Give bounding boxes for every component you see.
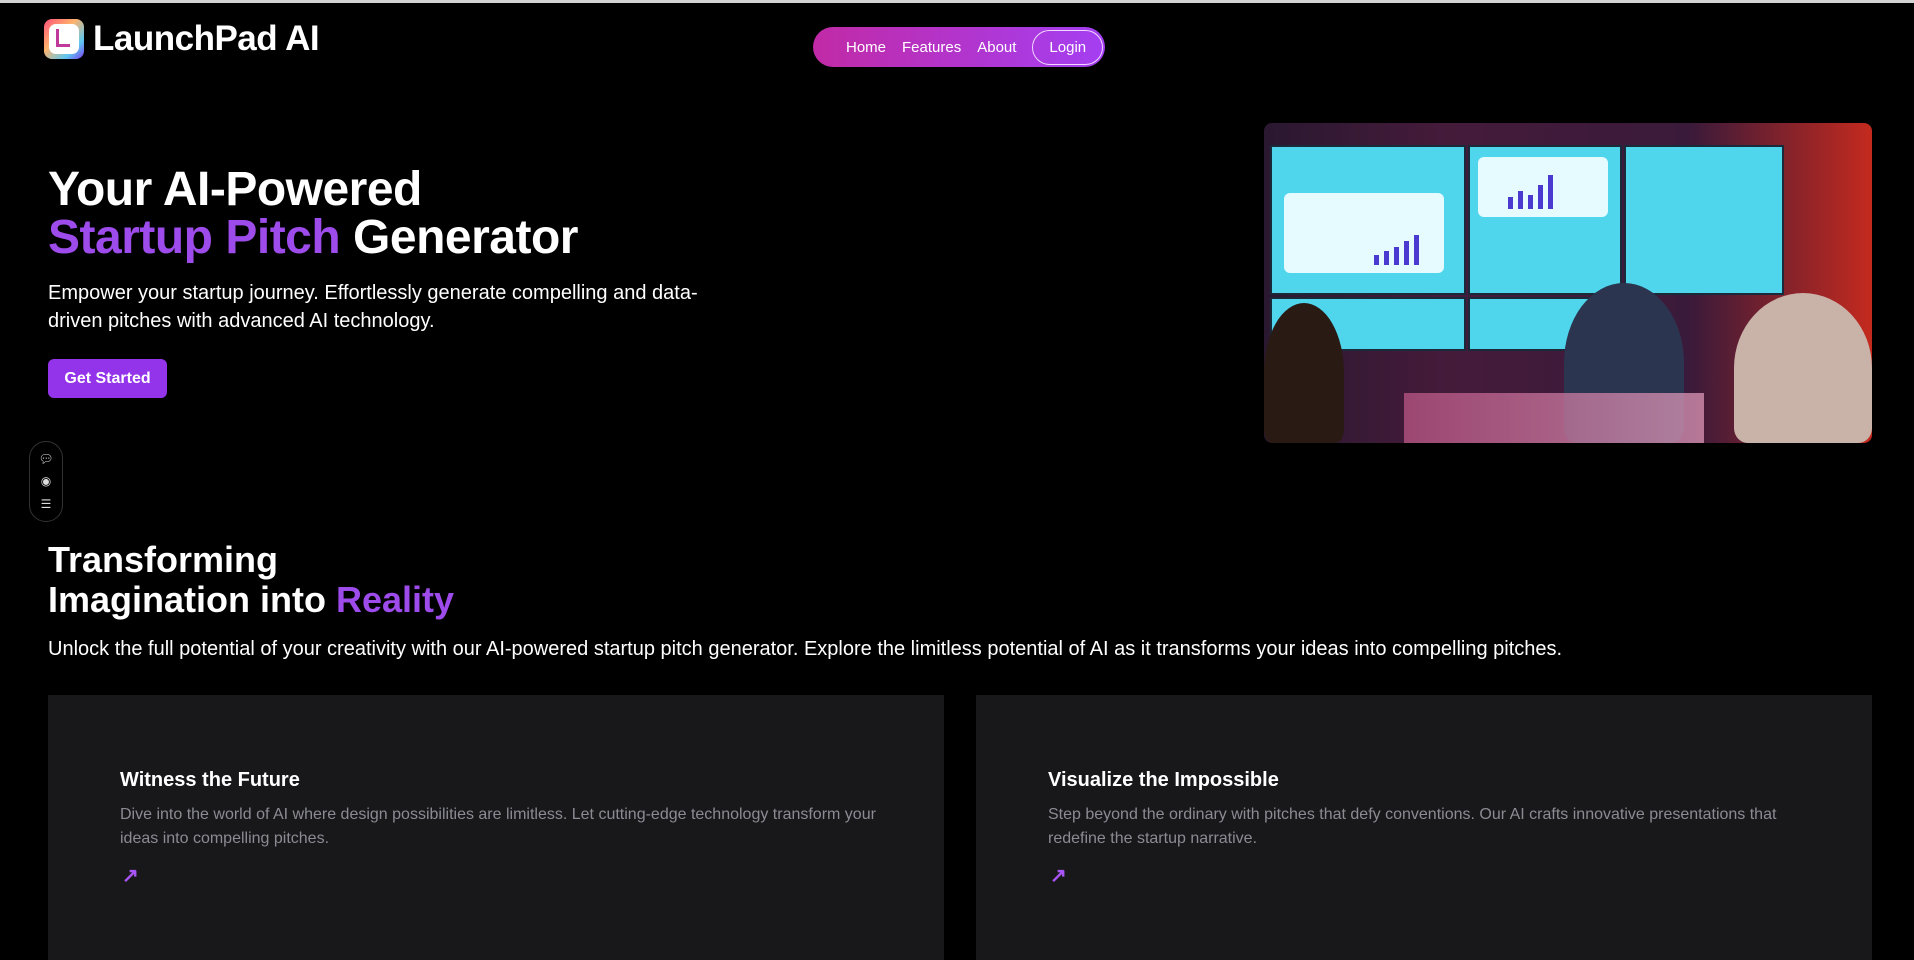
logo-icon (44, 19, 84, 59)
section-title-line1: Transforming (48, 539, 279, 580)
main-nav: Home Features About Login (813, 27, 1105, 67)
chat-icon[interactable]: 💬︎ (38, 452, 53, 466)
section-title-line2: Imagination into (48, 579, 326, 620)
get-started-button[interactable]: Get Started (48, 359, 167, 398)
section-description: Unlock the full potential of your creati… (48, 638, 1563, 660)
hero-title-highlight: Startup Pitch (48, 211, 341, 264)
card-description: Step beyond the ordinary with pitches th… (1048, 806, 1777, 847)
login-button[interactable]: Login (1032, 29, 1104, 65)
floating-toolbar: 💬︎ ◉ ☰ (29, 441, 63, 522)
brand-logo[interactable]: LaunchPad AI (44, 19, 320, 59)
card-title: Witness the Future (120, 769, 300, 791)
section-title: Transforming Imagination into Reality (48, 540, 454, 620)
brand-name: LaunchPad AI (93, 19, 320, 58)
arrow-up-right-icon[interactable]: ↗ (1050, 863, 1067, 888)
card-title: Visualize the Impossible (1048, 769, 1279, 791)
hero-description: Empower your startup journey. Effortless… (48, 282, 698, 332)
section-title-highlight: Reality (336, 579, 455, 620)
card-description: Dive into the world of AI where design p… (120, 806, 876, 847)
feature-card: Witness the Future Dive into the world o… (48, 695, 944, 960)
hero-title: Your AI-Powered Startup Pitch Generator (48, 166, 578, 262)
browser-top-border (0, 0, 1914, 3)
settings-list-icon[interactable]: ☰ (41, 497, 52, 511)
toggle-icon[interactable]: ◉ (41, 474, 51, 488)
hero-image (1264, 123, 1872, 443)
nav-about[interactable]: About (977, 39, 1016, 56)
nav-features[interactable]: Features (902, 39, 961, 56)
nav-home[interactable]: Home (846, 39, 886, 56)
hero-title-rest: Generator (353, 211, 578, 264)
feature-card: Visualize the Impossible Step beyond the… (976, 695, 1872, 960)
hero-title-line1: Your AI-Powered (48, 163, 422, 216)
arrow-up-right-icon[interactable]: ↗ (122, 863, 139, 888)
